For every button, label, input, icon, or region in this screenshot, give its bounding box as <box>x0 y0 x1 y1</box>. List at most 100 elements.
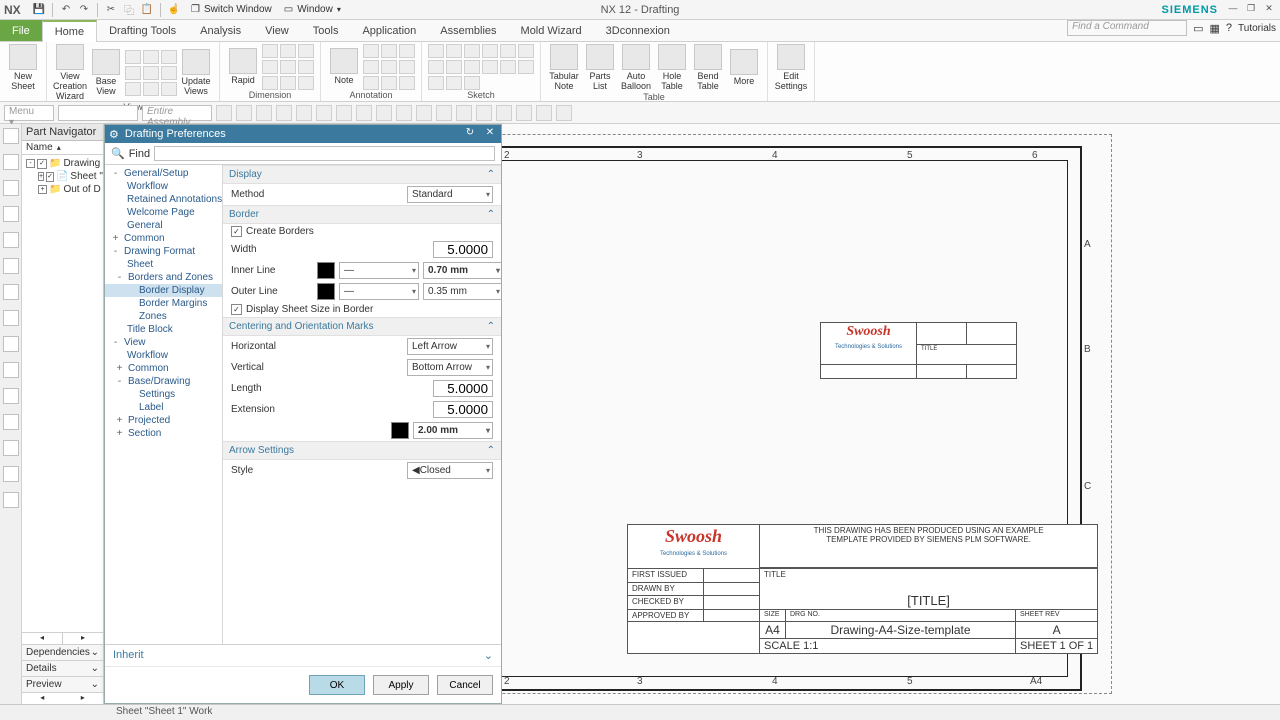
tool-button[interactable] <box>376 105 392 121</box>
nav-label[interactable]: Label <box>105 401 222 414</box>
tab-drafting-tools[interactable]: Drafting Tools <box>97 20 188 41</box>
tab-analysis[interactable]: Analysis <box>188 20 253 41</box>
vertical-combo[interactable]: Bottom Arrow <box>407 359 493 376</box>
update-views-button[interactable]: Update Views <box>179 49 213 97</box>
cancel-button[interactable]: Cancel <box>437 675 493 695</box>
hole-table-button[interactable]: Hole Table <box>655 44 689 92</box>
tab-assemblies[interactable]: Assemblies <box>428 20 508 41</box>
find-input[interactable] <box>154 146 495 161</box>
centering-line-combo[interactable]: 2.00 mm <box>413 422 493 439</box>
misc5-icon[interactable] <box>3 466 19 482</box>
find-command-input[interactable]: Find a Command <box>1067 20 1187 36</box>
nav-general[interactable]: General <box>105 219 222 232</box>
switch-window-icon[interactable]: ❐ <box>191 4 200 15</box>
nav-welcome[interactable]: Welcome Page <box>105 206 222 219</box>
nav-workflow2[interactable]: Workflow <box>105 349 222 362</box>
inner-style-combo[interactable]: — <box>339 262 419 279</box>
window-menu-label[interactable]: Window <box>297 4 333 15</box>
nav-section[interactable]: +Section <box>105 427 222 440</box>
drawing-canvas[interactable]: 2 3 4 5 6 A B C D D 1 2 3 4 5 A4 SwooshT… <box>502 124 1280 704</box>
dialog-reset-icon[interactable]: ↻ <box>463 127 477 141</box>
nav-common[interactable]: +Common <box>105 232 222 245</box>
tool-button[interactable] <box>476 105 492 121</box>
more-table-button[interactable]: More <box>727 49 761 87</box>
outer-style-combo[interactable]: — <box>339 283 419 300</box>
nav-zones[interactable]: Zones <box>105 310 222 323</box>
view-creation-wizard-button[interactable]: View Creation Wizard <box>53 44 87 102</box>
dialog-close-icon[interactable]: ✕ <box>483 127 497 141</box>
tabular-note-button[interactable]: Tabular Note <box>547 44 581 92</box>
tool-button[interactable] <box>396 105 412 121</box>
nav-base-drawing[interactable]: -Base/Drawing <box>105 375 222 388</box>
nav-border-margins[interactable]: Border Margins <box>105 297 222 310</box>
paste-icon[interactable]: 📋 <box>140 3 154 17</box>
centering-section-header[interactable]: Centering and Orientation Marks⌃ <box>223 317 501 336</box>
note-button[interactable]: Note <box>327 48 361 86</box>
nav-retained[interactable]: Retained Annotations <box>105 193 222 206</box>
nav-general-setup[interactable]: -General/Setup <box>105 167 222 180</box>
details-accordion[interactable]: Details⌄ <box>22 660 103 676</box>
constraint-navigator-icon[interactable] <box>3 180 19 196</box>
nav-borders-zones[interactable]: -Borders and Zones <box>105 271 222 284</box>
misc1-icon[interactable] <box>3 362 19 378</box>
chevron-down-icon[interactable]: ▾ <box>337 5 341 14</box>
window-menu-icon[interactable]: ▭ <box>284 4 293 15</box>
grid-icon[interactable]: ▦ <box>1209 22 1219 35</box>
tool-button[interactable] <box>496 105 512 121</box>
help-icon[interactable]: ▭ <box>1193 22 1203 35</box>
file-menu[interactable]: File <box>0 20 42 41</box>
tab-3dconnexion[interactable]: 3Dconnexion <box>594 20 682 41</box>
tab-mold-wizard[interactable]: Mold Wizard <box>509 20 594 41</box>
apply-button[interactable]: Apply <box>373 675 429 695</box>
arrow-section-header[interactable]: Arrow Settings⌃ <box>223 441 501 460</box>
touch-icon[interactable]: ☝ <box>167 3 181 17</box>
nav-sheet[interactable]: Sheet <box>105 258 222 271</box>
history-icon[interactable] <box>3 284 19 300</box>
inner-width-combo[interactable]: 0.70 mm <box>423 262 501 279</box>
sketch-small-buttons[interactable] <box>428 44 480 90</box>
width-input[interactable] <box>433 241 493 258</box>
parts-list-button[interactable]: Parts List <box>583 44 617 92</box>
tool-button[interactable] <box>536 105 552 121</box>
nav-workflow[interactable]: Workflow <box>105 180 222 193</box>
style-combo[interactable]: ◀ Closed <box>407 462 493 479</box>
nav-view[interactable]: -View <box>105 336 222 349</box>
save-icon[interactable]: 💾 <box>32 3 46 17</box>
selection-scope[interactable] <box>58 105 138 121</box>
tool-button[interactable] <box>556 105 572 121</box>
misc4-icon[interactable] <box>3 440 19 456</box>
base-view-button[interactable]: Base View <box>89 49 123 97</box>
part-navigator-icon[interactable] <box>3 128 19 144</box>
redo-icon[interactable]: ↷ <box>77 3 91 17</box>
hd3d-icon[interactable] <box>3 232 19 248</box>
outer-color[interactable] <box>317 283 335 300</box>
tab-tools[interactable]: Tools <box>301 20 351 41</box>
outer-width-combo[interactable]: 0.35 mm <box>423 283 501 300</box>
tutorials-link[interactable]: Tutorials <box>1238 23 1276 34</box>
display-section-header[interactable]: Display⌃ <box>223 165 501 184</box>
question-icon[interactable]: ? <box>1226 22 1232 34</box>
edit-settings-button[interactable]: Edit Settings <box>774 44 808 92</box>
inner-color[interactable] <box>317 262 335 279</box>
tree-row-outofdate[interactable]: +📁Out of D <box>22 183 103 196</box>
tool-button[interactable] <box>316 105 332 121</box>
assembly-navigator-icon[interactable] <box>3 154 19 170</box>
tool-button[interactable] <box>336 105 352 121</box>
misc2-icon[interactable] <box>3 388 19 404</box>
switch-window-label[interactable]: Switch Window <box>204 4 272 15</box>
roles-icon[interactable] <box>3 310 19 326</box>
extension-input[interactable] <box>433 401 493 418</box>
restore-icon[interactable]: ❐ <box>1244 3 1258 17</box>
view-small-buttons[interactable] <box>125 50 177 96</box>
nav-border-display[interactable]: Border Display <box>105 284 222 297</box>
new-sheet-button[interactable]: New Sheet <box>6 44 40 92</box>
tool-button[interactable] <box>276 105 292 121</box>
horizontal-combo[interactable]: Left Arrow <box>407 338 493 355</box>
create-borders-checkbox[interactable]: ✓Create Borders <box>223 224 501 239</box>
reuse-library-icon[interactable] <box>3 206 19 222</box>
menu-dropdown[interactable]: Menu ▾ <box>4 105 54 121</box>
tab-application[interactable]: Application <box>350 20 428 41</box>
nav-projected[interactable]: +Projected <box>105 414 222 427</box>
tool-button[interactable] <box>296 105 312 121</box>
tool-button[interactable] <box>516 105 532 121</box>
